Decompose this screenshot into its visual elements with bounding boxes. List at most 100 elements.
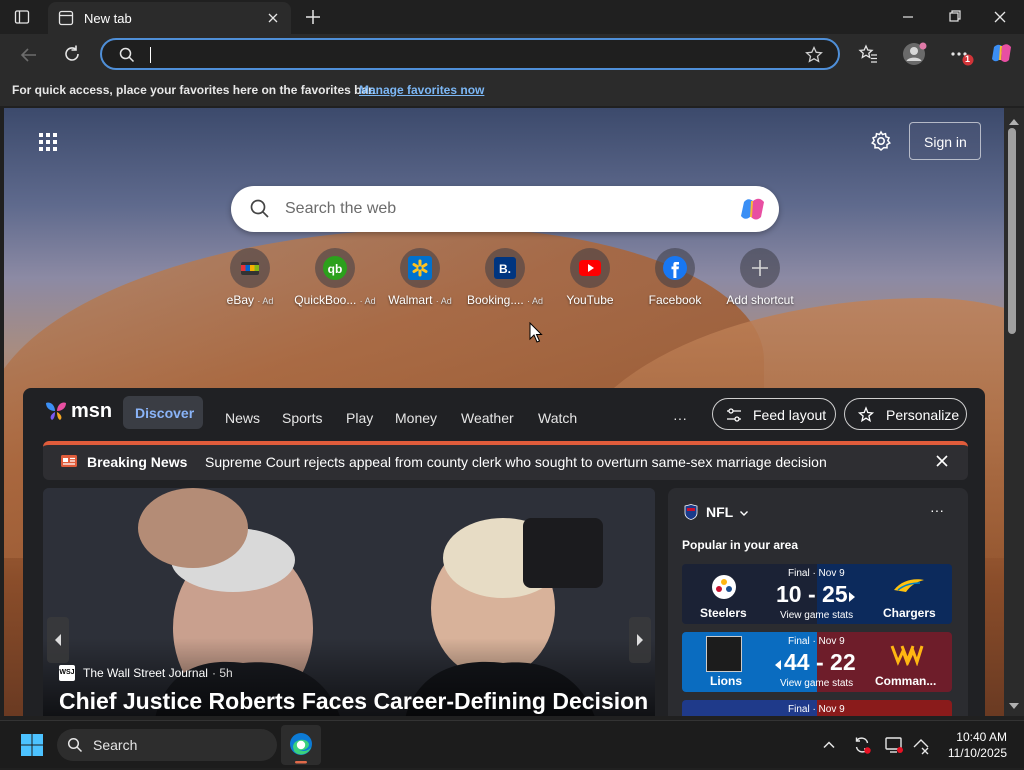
shortcut-ebay[interactable]: eBay · Ad: [204, 248, 296, 318]
tab-new-tab[interactable]: New tab: [48, 2, 291, 34]
tab-weather[interactable]: Weather: [461, 410, 514, 426]
view-game-stats-link[interactable]: View game stats: [780, 610, 853, 621]
shortcut-quickbooks[interactable]: qb QuickBoo... · Ad: [289, 248, 381, 318]
windows-start-icon[interactable]: [20, 733, 44, 757]
close-window-button[interactable]: [990, 8, 1010, 26]
scrollbar-thumb[interactable]: [1008, 128, 1016, 334]
svg-text:B.: B.: [499, 262, 511, 276]
tab-discover[interactable]: Discover: [123, 396, 203, 429]
maximize-button[interactable]: [944, 8, 964, 26]
nfl-scores-widget: NFL ··· Popular in your area Steelers Fi…: [668, 488, 968, 716]
story-headline[interactable]: Chief Justice Roberts Faces Career-Defin…: [59, 688, 648, 715]
home-team: Steelers: [700, 606, 747, 620]
more-options-icon[interactable]: 1: [948, 44, 974, 68]
shortcut-label: QuickBoo...: [294, 293, 357, 307]
tab-actions-icon[interactable]: [14, 9, 30, 25]
address-input[interactable]: [146, 46, 786, 64]
shortcut-label: Facebook: [648, 293, 702, 307]
msn-logo[interactable]: msn: [43, 398, 113, 424]
profile-avatar-icon[interactable]: [902, 41, 928, 67]
tab-news[interactable]: News: [225, 410, 260, 426]
nfl-shield-icon: [684, 504, 698, 520]
away-team: Chargers: [883, 606, 936, 620]
home-team: Lions: [710, 674, 742, 688]
tab-money[interactable]: Money: [395, 410, 437, 426]
feed-layout-button[interactable]: Feed layout: [712, 398, 836, 430]
game-card[interactable]: Lions Final · Nov 9 44 - 22 View game st…: [682, 632, 952, 692]
shortcut-label: YouTube: [566, 293, 614, 307]
story-age: · 5h: [212, 666, 233, 680]
close-tab-icon[interactable]: [263, 8, 283, 28]
favorite-star-icon[interactable]: [804, 45, 824, 65]
news-icon: [60, 452, 78, 470]
copilot-icon[interactable]: [989, 41, 1015, 67]
network-disconnected-icon[interactable]: [911, 735, 931, 755]
new-tab-button[interactable]: [302, 6, 324, 28]
shortcut-add[interactable]: Add shortcut: [714, 248, 806, 318]
chargers-logo-icon: [892, 576, 926, 598]
plus-icon: [740, 248, 780, 288]
tab-watch[interactable]: Watch: [538, 410, 577, 426]
away-team: Comman...: [875, 674, 937, 688]
app-launcher-icon[interactable]: [38, 132, 58, 152]
game-status: Final · Nov 9: [788, 636, 845, 647]
game-status: Final · Nov 9: [788, 568, 845, 579]
game-status: Final · Nov 9: [788, 704, 845, 715]
nfl-more-button[interactable]: ···: [930, 502, 944, 518]
mouse-cursor-icon: [529, 321, 543, 344]
web-search-input[interactable]: [285, 199, 715, 219]
shortcut-label: Add shortcut: [726, 293, 794, 307]
sign-in-button[interactable]: Sign in: [909, 122, 981, 160]
shortcut-walmart[interactable]: Walmart · Ad: [374, 248, 466, 318]
taskbar: Search 10:40 AM 11/10/2025: [0, 720, 1024, 768]
notification-badge: 1: [965, 54, 971, 64]
breaking-news-headline[interactable]: Supreme Court rejects appeal from county…: [205, 454, 827, 470]
minimize-button[interactable]: [898, 8, 918, 26]
sliders-icon: [725, 406, 743, 424]
favorites-bar-message: For quick access, place your favorites h…: [12, 83, 376, 97]
carousel-prev-button[interactable]: [47, 617, 69, 663]
scroll-down-arrow-icon[interactable]: [1008, 698, 1020, 709]
edge-taskbar-icon[interactable]: [281, 725, 321, 765]
settings-gear-icon[interactable]: [870, 130, 892, 152]
shortcut-facebook[interactable]: Facebook: [629, 248, 721, 318]
view-game-stats-link[interactable]: View game stats: [780, 678, 853, 689]
nfl-title[interactable]: NFL: [706, 504, 733, 520]
chevron-up-icon[interactable]: [821, 737, 837, 753]
carousel-next-button[interactable]: [629, 617, 651, 663]
favorites-icon[interactable]: [857, 43, 879, 65]
sparkle-star-icon: [857, 406, 875, 424]
shortcut-booking[interactable]: B. Booking.... · Ad: [459, 248, 551, 318]
game-card[interactable]: Steelers Final · Nov 9 10 - 25 View game…: [682, 564, 952, 624]
top-story-card[interactable]: WSJ The Wall Street Journal · 5h Chief J…: [43, 488, 655, 716]
tab-play[interactable]: Play: [346, 410, 373, 426]
close-icon[interactable]: [933, 452, 951, 470]
back-icon[interactable]: [18, 44, 40, 66]
sync-icon[interactable]: [852, 735, 872, 755]
address-bar[interactable]: [100, 38, 840, 70]
clock-time[interactable]: 10:40 AM: [945, 730, 1007, 744]
display-icon[interactable]: [884, 735, 904, 755]
shortcut-youtube[interactable]: YouTube: [544, 248, 636, 318]
game-score: 44 - 22: [784, 649, 856, 675]
copilot-icon[interactable]: [738, 195, 768, 225]
web-search-box[interactable]: [231, 186, 779, 232]
booking-icon: B.: [485, 248, 525, 288]
ebay-icon: [230, 248, 270, 288]
ad-label: · Ad: [527, 296, 544, 306]
manage-favorites-link[interactable]: Manage favorites now: [359, 83, 484, 97]
taskbar-search-box[interactable]: Search: [57, 729, 277, 761]
steelers-logo-icon: [711, 574, 737, 600]
nfl-subtitle: Popular in your area: [682, 538, 799, 552]
refresh-icon[interactable]: [61, 43, 83, 65]
chevron-down-icon[interactable]: [738, 506, 750, 518]
game-card[interactable]: Final · Nov 9: [682, 700, 952, 716]
more-tabs-button[interactable]: ···: [673, 410, 687, 426]
taskbar-search-label: Search: [93, 737, 138, 753]
breaking-news-banner[interactable]: Breaking News Supreme Court rejects appe…: [43, 441, 968, 480]
scroll-up-arrow-icon[interactable]: [1008, 114, 1020, 125]
personalize-label: Personalize: [886, 407, 960, 423]
tab-sports[interactable]: Sports: [282, 410, 322, 426]
personalize-button[interactable]: Personalize: [844, 398, 967, 430]
clock-date[interactable]: 11/10/2025: [942, 746, 1007, 760]
